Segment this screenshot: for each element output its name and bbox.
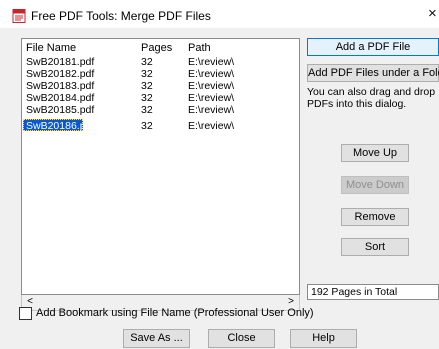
table-row-pages[interactable]: 32 (141, 104, 153, 116)
pdf-document-icon (12, 9, 26, 23)
add-folder-button[interactable]: Add PDF Files under a Folder (307, 64, 439, 82)
dialog-body: File Name Pages Path SwB20181.pdf 32 E:\… (0, 28, 439, 349)
column-header-pages[interactable]: Pages (141, 42, 172, 54)
table-row-file-name[interactable]: SwB20184.pdf (26, 92, 94, 104)
close-window-icon[interactable]: × (428, 6, 437, 21)
table-row-file-name-selected[interactable]: SwB20186.pdf (26, 120, 94, 132)
column-header-file-name[interactable]: File Name (26, 42, 76, 54)
help-button[interactable]: Help (290, 329, 357, 348)
file-list[interactable]: File Name Pages Path SwB20181.pdf 32 E:\… (21, 38, 300, 295)
table-row-path[interactable]: E:\review\ (188, 68, 234, 80)
add-pdf-file-button[interactable]: Add a PDF File (307, 38, 439, 56)
bookmark-checkbox[interactable] (19, 307, 32, 320)
total-pages-display: 192 Pages in Total (307, 284, 439, 300)
table-row-file-name[interactable]: SwB20182.pdf (26, 68, 94, 80)
table-row-file-name[interactable]: SwB20181.pdf (26, 56, 94, 68)
move-down-button: Move Down (341, 176, 409, 194)
table-row-pages[interactable]: 32 (141, 68, 153, 80)
window-title: Free PDF Tools: Merge PDF Files (31, 9, 211, 23)
table-row-path[interactable]: E:\review\ (188, 80, 234, 92)
table-row-path[interactable]: E:\review\ (188, 120, 234, 132)
table-row-pages[interactable]: 32 (141, 80, 153, 92)
merge-pdf-dialog: Free PDF Tools: Merge PDF Files × File N… (0, 0, 439, 349)
column-header-path[interactable]: Path (188, 42, 211, 54)
table-row-file-name[interactable]: SwB20183.pdf (26, 80, 94, 92)
bookmark-checkbox-label[interactable]: Add Bookmark using File Name (Profession… (36, 307, 314, 320)
close-button[interactable]: Close (208, 329, 275, 348)
table-row-pages[interactable]: 32 (141, 120, 153, 132)
title-bar: Free PDF Tools: Merge PDF Files × (0, 0, 439, 28)
save-as-button[interactable]: Save As ... (123, 329, 190, 348)
remove-button[interactable]: Remove (341, 208, 409, 226)
sort-button[interactable]: Sort (341, 238, 409, 256)
table-row-pages[interactable]: 32 (141, 56, 153, 68)
table-row-file-name[interactable]: SwB20185.pdf (26, 104, 94, 116)
move-up-button[interactable]: Move Up (341, 144, 409, 162)
table-row-path[interactable]: E:\review\ (188, 104, 234, 116)
drag-drop-hint: You can also drag and drop PDFs into thi… (307, 86, 436, 110)
table-row-pages[interactable]: 32 (141, 92, 153, 104)
table-row-path[interactable]: E:\review\ (188, 56, 234, 68)
table-row-path[interactable]: E:\review\ (188, 92, 234, 104)
